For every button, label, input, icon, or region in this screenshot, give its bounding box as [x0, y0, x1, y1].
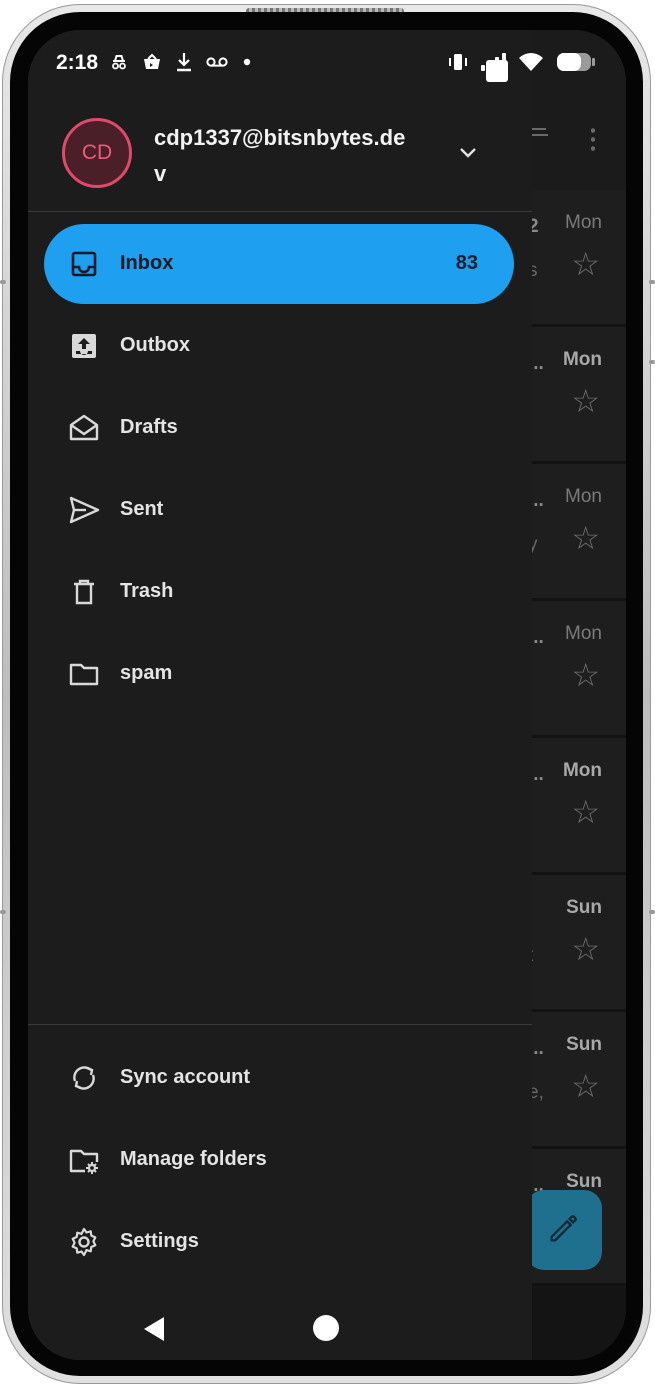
sent-icon — [69, 496, 100, 524]
star-icon[interactable]: ☆ — [571, 248, 600, 280]
back-icon[interactable] — [142, 1316, 166, 1342]
settings-icon — [71, 1227, 97, 1257]
chevron-down-icon[interactable] — [456, 140, 480, 164]
manage-folders-icon — [69, 1149, 99, 1174]
inbox-icon — [71, 251, 97, 277]
wifi-icon — [519, 53, 543, 71]
star-icon[interactable]: ☆ — [571, 522, 600, 554]
folder-label: Outbox — [120, 334, 190, 356]
email-date: Sun — [566, 1034, 602, 1055]
side-button — [0, 910, 6, 914]
unread-count: 83 — [455, 252, 478, 274]
home-icon[interactable] — [313, 1315, 339, 1341]
star-icon[interactable]: ☆ — [571, 659, 600, 691]
voicemail-icon — [206, 57, 228, 67]
system-nav-bar — [28, 1288, 532, 1360]
folder-item-sent[interactable]: Sent — [44, 470, 514, 550]
status-bar: 2:18 — [28, 30, 626, 102]
email-date: Mon — [562, 760, 602, 781]
avatar-initials: CD — [81, 141, 113, 164]
divider — [28, 1024, 532, 1025]
email-date: Mon — [565, 623, 602, 644]
star-icon[interactable]: ☆ — [571, 933, 600, 965]
email-date: Mon — [565, 212, 602, 233]
folder-label: Inbox — [120, 252, 174, 274]
navigation-drawer: CD cdp1337@bitsnbytes.dev Inbox 83 Outbo… — [28, 30, 532, 1360]
shop-icon — [144, 53, 160, 69]
email-date: Mon — [562, 349, 602, 370]
settings-item[interactable]: Settings — [44, 1202, 514, 1282]
drafts-icon — [69, 414, 99, 441]
navbar-right-area — [532, 1288, 626, 1360]
folder-label: spam — [120, 662, 173, 684]
battery-icon — [557, 53, 595, 71]
recents-icon[interactable] — [486, 60, 508, 82]
star-icon[interactable]: ☆ — [571, 1070, 600, 1102]
avatar[interactable]: CD — [62, 118, 132, 188]
more-options-icon[interactable] — [591, 126, 595, 152]
folder-item-spam[interactable]: spam — [44, 634, 514, 714]
incognito-icon — [112, 55, 126, 70]
folder-item-trash[interactable]: Trash — [44, 552, 514, 632]
sync-icon — [73, 1066, 95, 1090]
menu-label: Sync account — [120, 1066, 251, 1088]
outbox-icon — [72, 334, 96, 358]
screen: 2sMon☆...Mon☆...yMon☆...Mon☆...Mon☆tSun☆… — [28, 30, 626, 1360]
vibrate-icon — [449, 54, 467, 70]
folder-item-outbox[interactable]: Outbox — [44, 306, 514, 386]
side-button — [649, 910, 655, 914]
trash-icon — [74, 579, 94, 605]
account-email[interactable]: cdp1337@bitsnbytes.dev — [154, 120, 414, 192]
menu-label: Manage folders — [120, 1148, 267, 1170]
folder-icon — [69, 663, 99, 686]
side-button — [0, 280, 6, 284]
compose-button[interactable] — [526, 1190, 602, 1270]
manage-folders-item[interactable]: Manage folders — [44, 1120, 514, 1200]
folder-item-drafts[interactable]: Drafts — [44, 388, 514, 468]
download-icon — [177, 53, 191, 72]
star-icon[interactable]: ☆ — [571, 796, 600, 828]
email-date: Sun — [566, 897, 602, 918]
clock: 2:18 — [56, 51, 99, 74]
folder-item-inbox[interactable]: Inbox 83 — [44, 224, 514, 304]
folder-label: Sent — [120, 498, 164, 520]
divider — [28, 211, 532, 212]
pencil-icon — [550, 1215, 577, 1242]
star-icon[interactable]: ☆ — [571, 385, 600, 417]
menu-label: Settings — [120, 1230, 199, 1252]
dot-icon — [243, 58, 251, 66]
folder-label: Trash — [120, 580, 174, 602]
sync-account-item[interactable]: Sync account — [44, 1038, 514, 1118]
side-button — [649, 280, 655, 284]
side-button — [649, 360, 655, 364]
email-date: Mon — [565, 486, 602, 507]
folder-label: Drafts — [120, 416, 178, 438]
